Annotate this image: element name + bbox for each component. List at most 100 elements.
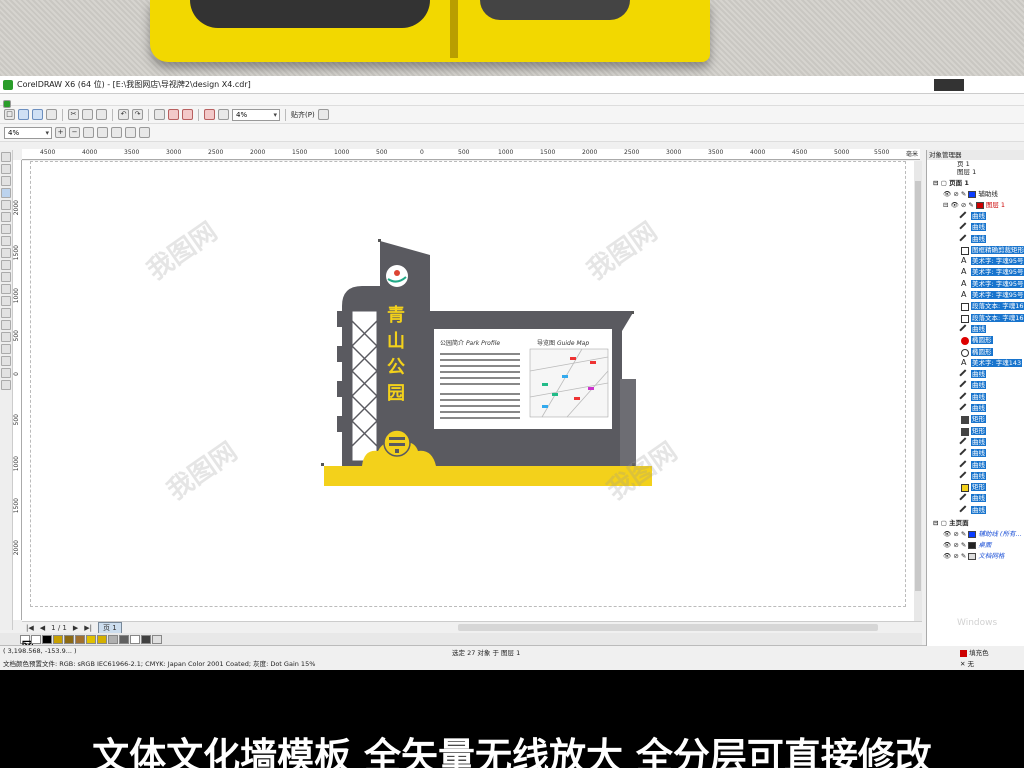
- object-row[interactable]: 段落文本: 字魂16: [927, 301, 1024, 312]
- object-row[interactable]: 矩形: [927, 482, 1024, 493]
- minimize-button[interactable]: [934, 78, 964, 91]
- object-row[interactable]: A 美术字: 字魂143: [927, 358, 1024, 369]
- palette-swatch[interactable]: [42, 634, 52, 644]
- copy-icon[interactable]: [82, 109, 93, 120]
- object-row[interactable]: 曲线: [927, 403, 1024, 415]
- undo-icon[interactable]: ↶: [118, 109, 129, 120]
- next-page-button[interactable]: ▶: [73, 624, 78, 632]
- basic-shapes-tool-icon[interactable]: [1, 260, 11, 270]
- first-page-button[interactable]: |◀: [26, 624, 34, 632]
- app-menu-icon[interactable]: [3, 100, 11, 108]
- polygon-tool-icon[interactable]: [1, 248, 11, 258]
- object-row[interactable]: 矩形: [927, 426, 1024, 437]
- zoom-level-combo[interactable]: 4%: [232, 108, 280, 121]
- palette-swatch[interactable]: [97, 634, 107, 644]
- pick-tool-icon[interactable]: [1, 152, 11, 162]
- object-row[interactable]: 曲线: [927, 380, 1024, 393]
- crop-tool-icon[interactable]: [1, 176, 11, 186]
- zoom-height-icon[interactable]: [139, 127, 150, 138]
- new-icon[interactable]: □: [4, 109, 15, 120]
- search-content-icon[interactable]: [154, 109, 165, 120]
- last-page-button[interactable]: ▶|: [84, 624, 92, 632]
- palette-swatch[interactable]: [152, 634, 162, 644]
- no-color-swatch[interactable]: ⊠: [20, 634, 34, 655]
- save-icon[interactable]: [32, 109, 43, 120]
- print-icon[interactable]: [46, 109, 57, 120]
- vertical-scrollbar[interactable]: [914, 161, 922, 621]
- object-row[interactable]: 曲线: [927, 505, 1024, 517]
- vertical-ruler[interactable]: 2000 1500 1000 500 0 500 1000 1500 2000: [13, 160, 22, 620]
- smart-fill-tool-icon[interactable]: [1, 212, 11, 222]
- zoom-width-icon[interactable]: [125, 127, 136, 138]
- outline-tool-icon[interactable]: [1, 356, 11, 366]
- zoom-combo-2[interactable]: 4%: [4, 126, 52, 139]
- fill-indicator[interactable]: 填充色: [960, 647, 989, 657]
- prev-page-button[interactable]: ◀: [40, 624, 45, 632]
- master-layer-desktop[interactable]: 👁 ⊘ ✎ 桌面: [927, 540, 1024, 551]
- palette-swatch[interactable]: [31, 634, 41, 644]
- object-row[interactable]: 曲线: [927, 448, 1024, 460]
- zoom-tool-icon[interactable]: [1, 188, 11, 198]
- page-tab-1[interactable]: 页 1: [98, 621, 122, 634]
- object-row[interactable]: 曲线: [927, 493, 1024, 506]
- object-row[interactable]: 图框精确剪裁矩形: [927, 245, 1024, 256]
- horizontal-scrollbar[interactable]: [457, 624, 878, 631]
- fill-tool-icon[interactable]: [1, 368, 11, 378]
- tree-layer-1[interactable]: ⊟ 👁 ⊘ ✎ 图层 1: [927, 200, 1024, 211]
- object-row[interactable]: 曲线: [927, 471, 1024, 483]
- tree-layer-guides[interactable]: 👁 ⊘ ✎ 辅助线: [927, 189, 1024, 200]
- rectangle-tool-icon[interactable]: [1, 224, 11, 234]
- blend-tool-icon[interactable]: [1, 320, 11, 330]
- tree-master-page[interactable]: ⊟ ▢ 主页面: [927, 518, 1024, 529]
- object-row[interactable]: A 美术字: 字魂95号: [927, 256, 1024, 267]
- cut-icon[interactable]: ✂: [68, 109, 79, 120]
- object-row[interactable]: A 美术字: 字魂95号: [927, 267, 1024, 278]
- options-icon[interactable]: [317, 109, 329, 120]
- transparency-tool-icon[interactable]: [1, 332, 11, 342]
- palette-swatch[interactable]: [130, 634, 140, 644]
- export-icon[interactable]: [182, 109, 193, 120]
- object-row[interactable]: 曲线: [927, 437, 1024, 449]
- open-icon[interactable]: [18, 109, 29, 120]
- object-row[interactable]: 曲线: [927, 392, 1024, 404]
- signboard-design[interactable]: 公园简介 Park Profile 导览图 Guide Map 青 山 公 园: [22, 161, 914, 621]
- object-row[interactable]: 段落文本: 字魂16: [927, 313, 1024, 324]
- object-row[interactable]: 曲线: [927, 211, 1024, 223]
- object-row[interactable]: A 美术字: 字魂95号: [927, 279, 1024, 290]
- text-tool-icon[interactable]: [1, 272, 11, 282]
- object-row[interactable]: 曲线: [927, 369, 1024, 381]
- object-row[interactable]: 椭圆形: [927, 347, 1024, 358]
- palette-swatch[interactable]: [119, 634, 129, 644]
- freehand-tool-icon[interactable]: [1, 200, 11, 210]
- app-launcher-icon[interactable]: [204, 109, 215, 120]
- paste-icon[interactable]: [96, 109, 107, 120]
- object-row[interactable]: 曲线: [927, 324, 1024, 336]
- zoom-in-icon[interactable]: +: [55, 127, 66, 138]
- object-row[interactable]: A 美术字: 字魂95号: [927, 290, 1024, 301]
- tree-page-1[interactable]: ⊟ ▢ 页面 1: [927, 178, 1024, 189]
- dimension-tool-icon[interactable]: [1, 296, 11, 306]
- welcome-icon[interactable]: [218, 109, 229, 120]
- zoom-page-icon[interactable]: [111, 127, 122, 138]
- shape-tool-icon[interactable]: [1, 164, 11, 174]
- connector-tool-icon[interactable]: [1, 308, 11, 318]
- outline-indicator[interactable]: ✕ 无: [960, 658, 974, 668]
- snap-menu[interactable]: 贴齐(P): [291, 110, 315, 120]
- master-layer-grid[interactable]: 👁 ⊘ ✎ 文档网格: [927, 551, 1024, 562]
- object-row[interactable]: 曲线: [927, 233, 1024, 246]
- import-icon[interactable]: [168, 109, 179, 120]
- palette-swatch[interactable]: [86, 634, 96, 644]
- palette-swatch[interactable]: [64, 634, 74, 644]
- object-row[interactable]: 椭圆形: [927, 335, 1024, 346]
- zoom-selected-icon[interactable]: [83, 127, 94, 138]
- ellipse-tool-icon[interactable]: [1, 236, 11, 246]
- drawing-canvas[interactable]: 公园简介 Park Profile 导览图 Guide Map 青 山 公 园: [22, 161, 914, 621]
- zoom-all-icon[interactable]: [97, 127, 108, 138]
- table-tool-icon[interactable]: [1, 284, 11, 294]
- zoom-out-icon[interactable]: −: [69, 127, 80, 138]
- palette-swatch[interactable]: [53, 634, 63, 644]
- horizontal-ruler[interactable]: 4500 4000 3500 3000 2500 2000 1500 1000 …: [22, 149, 920, 160]
- color-profile-info[interactable]: 文档颜色预置文件: RGB: sRGB IEC61966-2.1; CMYK: …: [3, 658, 315, 668]
- eyedropper-tool-icon[interactable]: [1, 344, 11, 354]
- interactive-fill-tool-icon[interactable]: [1, 380, 11, 390]
